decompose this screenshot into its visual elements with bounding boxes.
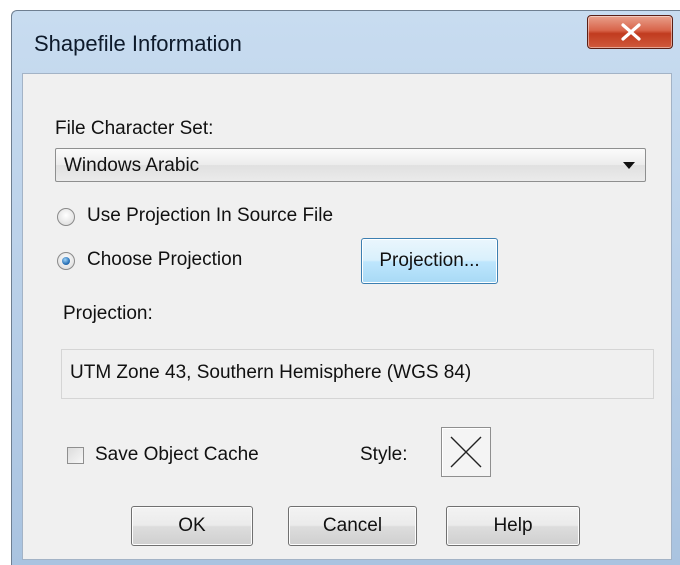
projection-value: UTM Zone 43, Southern Hemisphere (WGS 84… [70, 362, 472, 383]
radio-choose-projection-label[interactable]: Choose Projection [87, 249, 242, 271]
help-button[interactable]: Help [446, 506, 580, 546]
radio-use-source-projection-label[interactable]: Use Projection In Source File [87, 205, 333, 227]
cross-style-icon [450, 436, 482, 468]
charset-label: File Character Set: [55, 118, 214, 139]
save-object-cache-label[interactable]: Save Object Cache [95, 444, 259, 466]
charset-select[interactable]: Windows Arabic [55, 148, 646, 182]
charset-selected-value: Windows Arabic [64, 155, 200, 176]
dialog-body: File Character Set: Windows Arabic Use P… [22, 73, 672, 560]
radio-selected-dot [62, 257, 70, 265]
close-button[interactable] [587, 15, 673, 49]
cancel-button[interactable]: Cancel [288, 506, 417, 546]
close-x-icon [621, 23, 641, 41]
shapefile-information-dialog: Shapefile Information File Character Set… [11, 10, 680, 565]
save-object-cache-checkbox[interactable] [67, 447, 84, 464]
window-title: Shapefile Information [34, 31, 242, 56]
ok-button[interactable]: OK [131, 506, 253, 546]
projection-display: UTM Zone 43, Southern Hemisphere (WGS 84… [61, 349, 654, 399]
radio-use-source-projection[interactable] [57, 208, 75, 226]
title-bar[interactable]: Shapefile Information [12, 11, 680, 71]
radio-choose-projection[interactable] [57, 252, 75, 270]
projection-label: Projection: [63, 303, 153, 324]
projection-button[interactable]: Projection... [361, 238, 498, 284]
style-button[interactable] [441, 427, 491, 477]
chevron-down-icon [623, 162, 635, 169]
style-label: Style: [360, 444, 408, 465]
